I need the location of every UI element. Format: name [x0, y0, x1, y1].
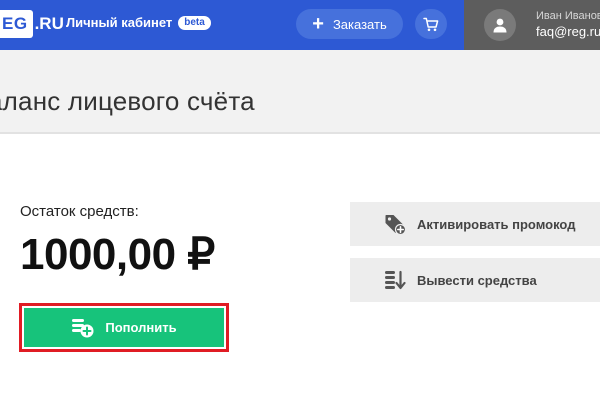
personal-cabinet-title: Личный кабинет beta [66, 15, 211, 30]
topup-button[interactable]: Пополнить [24, 308, 224, 347]
coins-plus-icon [72, 318, 94, 337]
cabinet-label: Личный кабинет [66, 15, 173, 30]
page-title: аланс лицевого счёта [0, 86, 255, 116]
order-button[interactable]: + Заказать [296, 9, 403, 39]
avatar[interactable] [484, 9, 516, 41]
plus-icon: + [312, 13, 324, 35]
tag-plus-icon [385, 215, 406, 235]
activate-promocode-button[interactable]: Активировать промокод [350, 202, 600, 246]
user-menu[interactable]: Иван Иванов faq@reg.ru [464, 0, 600, 50]
cart-button[interactable] [415, 9, 447, 39]
top-bar: EG .RU Личный кабинет beta + Заказать Ив… [0, 0, 600, 50]
balance-label: Остаток средств: [20, 203, 139, 220]
reg-ru-logo[interactable]: EG .RU [0, 9, 64, 39]
withdraw-funds-button[interactable]: Вывести средства [350, 258, 600, 302]
user-name: Иван Иванов [536, 10, 600, 22]
coins-down-icon [385, 270, 406, 290]
cart-icon [423, 17, 439, 31]
logo-suffix: .RU [34, 14, 64, 33]
order-label: Заказать [332, 16, 387, 32]
promo-label: Активировать промокод [417, 216, 576, 232]
user-email: faq@reg.ru [536, 24, 600, 39]
logo-main: EG [0, 10, 33, 38]
withdraw-label: Вывести средства [417, 272, 537, 288]
user-icon [493, 18, 507, 33]
topup-label: Пополнить [105, 320, 177, 335]
balance-amount: 1000,00 ₽ [20, 230, 215, 279]
beta-badge: beta [178, 15, 211, 30]
